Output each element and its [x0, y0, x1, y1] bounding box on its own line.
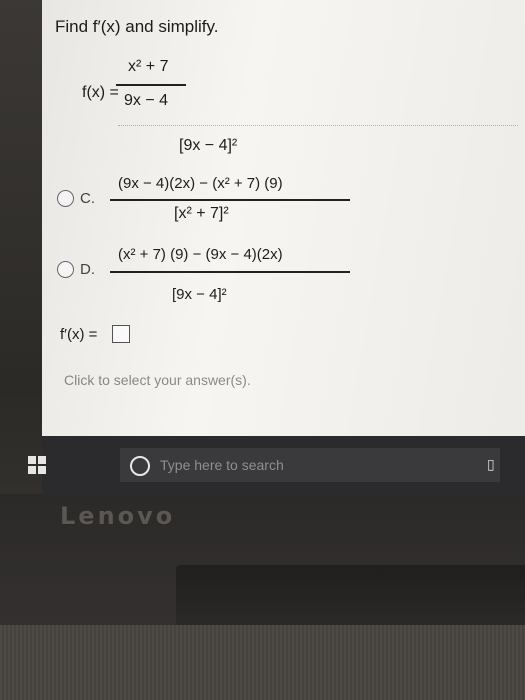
fraction-bar — [116, 84, 186, 86]
search-placeholder[interactable]: Type here to search — [160, 457, 284, 473]
function-denominator: 9x − 4 — [124, 92, 169, 109]
question-prompt: Find f′(x) and simplify. — [55, 17, 219, 36]
function-numerator: x² + 7 — [128, 58, 169, 75]
screen: Find f′(x) and simplify. f(x) = x² + 7 9… — [42, 0, 525, 436]
option-d-numerator: (x² + 7) (9) − (9x − 4)(2x) — [118, 246, 283, 263]
taskbar-search[interactable]: Type here to search — [120, 448, 500, 482]
instruction-hint: Click to select your answer(s). — [64, 372, 251, 388]
option-c-label[interactable]: C. — [80, 190, 95, 207]
function-label: f(x) = — [82, 84, 119, 101]
option-c-radio[interactable] — [57, 190, 74, 207]
cortana-icon[interactable] — [130, 456, 150, 476]
windows-start-icon[interactable] — [28, 456, 46, 474]
option-d-radio[interactable] — [57, 261, 74, 278]
brand-logo: Lenovo — [60, 502, 176, 530]
fraction-bar — [110, 271, 350, 273]
desk-surface — [0, 625, 525, 700]
answer-input[interactable] — [112, 325, 130, 343]
microphone-icon[interactable]: ▯ — [487, 456, 495, 473]
options-divider — [118, 125, 518, 126]
answer-label: f′(x) = — [60, 326, 98, 343]
option-d-label[interactable]: D. — [80, 261, 95, 278]
option-c-numerator: (9x − 4)(2x) − (x² + 7) (9) — [118, 175, 283, 192]
option-d-denominator: [9x − 4]² — [172, 286, 227, 303]
fraction-bar — [110, 199, 350, 201]
option-c-denominator: [x² + 7]² — [174, 205, 229, 222]
taskbar: Type here to search ▯ — [28, 436, 525, 494]
option-b-denominator: [9x − 4]² — [179, 137, 238, 154]
laptop-hinge — [176, 565, 525, 625]
